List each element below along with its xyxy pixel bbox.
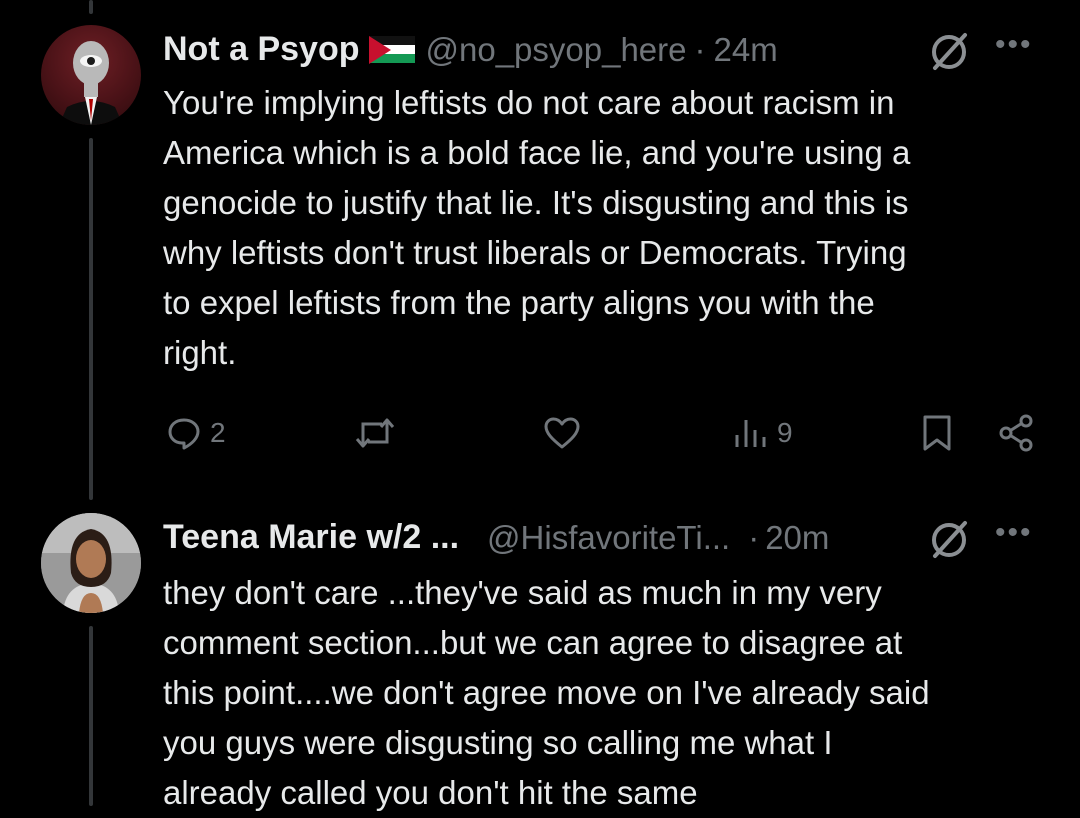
tweet-header: Teena Marie w/2 ... @HisfavoriteTi... · … bbox=[163, 518, 829, 557]
bookmark-button[interactable] bbox=[920, 413, 954, 453]
thread-line-bottom bbox=[89, 626, 93, 806]
reply-icon bbox=[168, 418, 200, 450]
palestine-flag-icon bbox=[369, 35, 416, 64]
avatar[interactable] bbox=[41, 25, 141, 125]
user-handle[interactable]: @HisfavoriteTi... bbox=[487, 519, 730, 557]
share-button[interactable] bbox=[997, 413, 1035, 453]
more-icon[interactable]: ••• bbox=[995, 516, 1033, 550]
separator: · bbox=[748, 518, 760, 556]
views-button[interactable]: 9 bbox=[733, 415, 793, 451]
tweet-text: they don't care ...they've said as much … bbox=[163, 574, 930, 811]
no-symbol-icon[interactable] bbox=[927, 518, 971, 562]
separator: · bbox=[694, 30, 706, 68]
more-icon[interactable]: ••• bbox=[995, 28, 1033, 62]
user-handle[interactable]: @no_psyop_here bbox=[425, 31, 686, 69]
timestamp[interactable]: 20m bbox=[765, 519, 829, 557]
tweet-header: Not a Psyop @no_psyop_here · 24m bbox=[163, 30, 778, 69]
thread-line bbox=[89, 138, 93, 500]
views-icon bbox=[735, 420, 766, 447]
no-symbol-icon[interactable] bbox=[927, 30, 971, 74]
timestamp[interactable]: 24m bbox=[714, 31, 778, 69]
retweet-icon bbox=[355, 418, 395, 448]
display-name[interactable]: Teena Marie w/2 ... bbox=[163, 518, 459, 557]
like-button[interactable] bbox=[542, 415, 582, 451]
avatar-figure-icon bbox=[59, 41, 123, 125]
thread-line-top bbox=[89, 0, 93, 14]
display-name[interactable]: Not a Psyop bbox=[163, 30, 359, 69]
like-icon bbox=[544, 417, 580, 449]
avatar[interactable] bbox=[41, 513, 141, 613]
bookmark-icon bbox=[923, 415, 951, 451]
share-icon bbox=[999, 414, 1033, 452]
tweet-text: You're implying leftists do not care abo… bbox=[163, 84, 911, 371]
retweet-button[interactable] bbox=[354, 415, 396, 451]
view-count: 9 bbox=[777, 417, 793, 448]
reply-count: 2 bbox=[210, 417, 226, 448]
avatar-photo-icon bbox=[41, 513, 141, 613]
reply-button[interactable]: 2 bbox=[166, 415, 226, 451]
